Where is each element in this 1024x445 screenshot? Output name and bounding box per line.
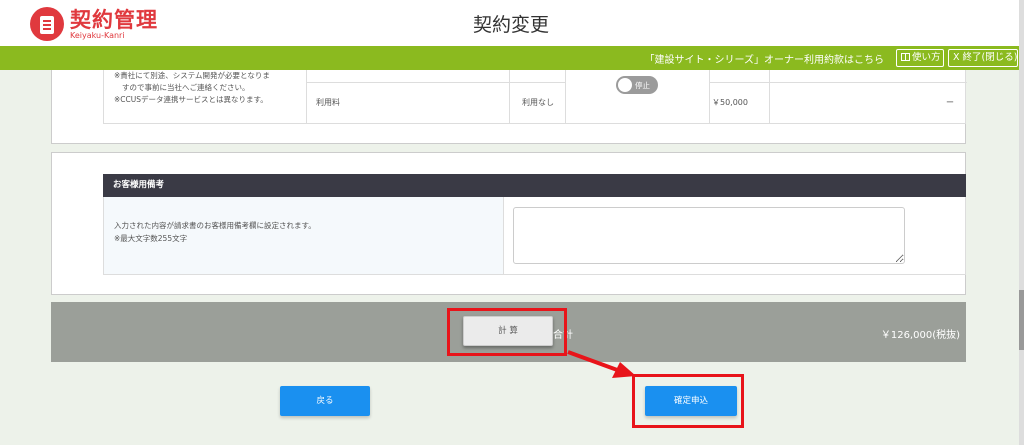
annotation-arrow-icon	[567, 350, 636, 378]
page-scrollbar[interactable]	[1019, 0, 1024, 445]
scrollbar-thumb[interactable]	[1019, 290, 1024, 350]
